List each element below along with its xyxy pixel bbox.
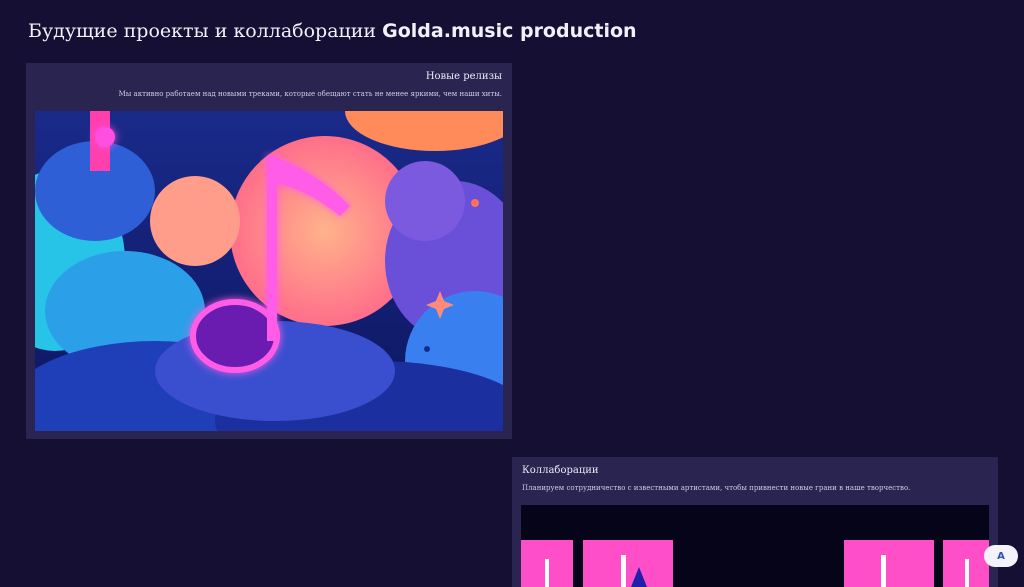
releases-title: Новые релизы	[425, 71, 502, 82]
language-badge-label: А	[997, 550, 1005, 562]
collab-artwork	[521, 505, 989, 587]
page-title-brand: Golda.music production	[382, 20, 637, 42]
releases-text: Мы активно работаем над новыми треками, …	[118, 90, 502, 98]
releases-card: Новые релизы Мы активно работаем над нов…	[26, 63, 512, 439]
releases-image	[35, 111, 503, 431]
collab-text: Планируем сотрудничество с известными ар…	[522, 484, 911, 492]
music-note-icon	[35, 111, 503, 431]
page-title: Будущие проекты и коллаборации Golda.mus…	[28, 20, 637, 42]
page-title-text: Будущие проекты и коллаборации	[28, 20, 383, 42]
language-badge[interactable]: А	[984, 545, 1018, 567]
collab-title: Коллаборации	[522, 465, 599, 476]
collab-image	[521, 505, 989, 587]
collab-card: Коллаборации Планируем сотрудничество с …	[512, 457, 998, 587]
